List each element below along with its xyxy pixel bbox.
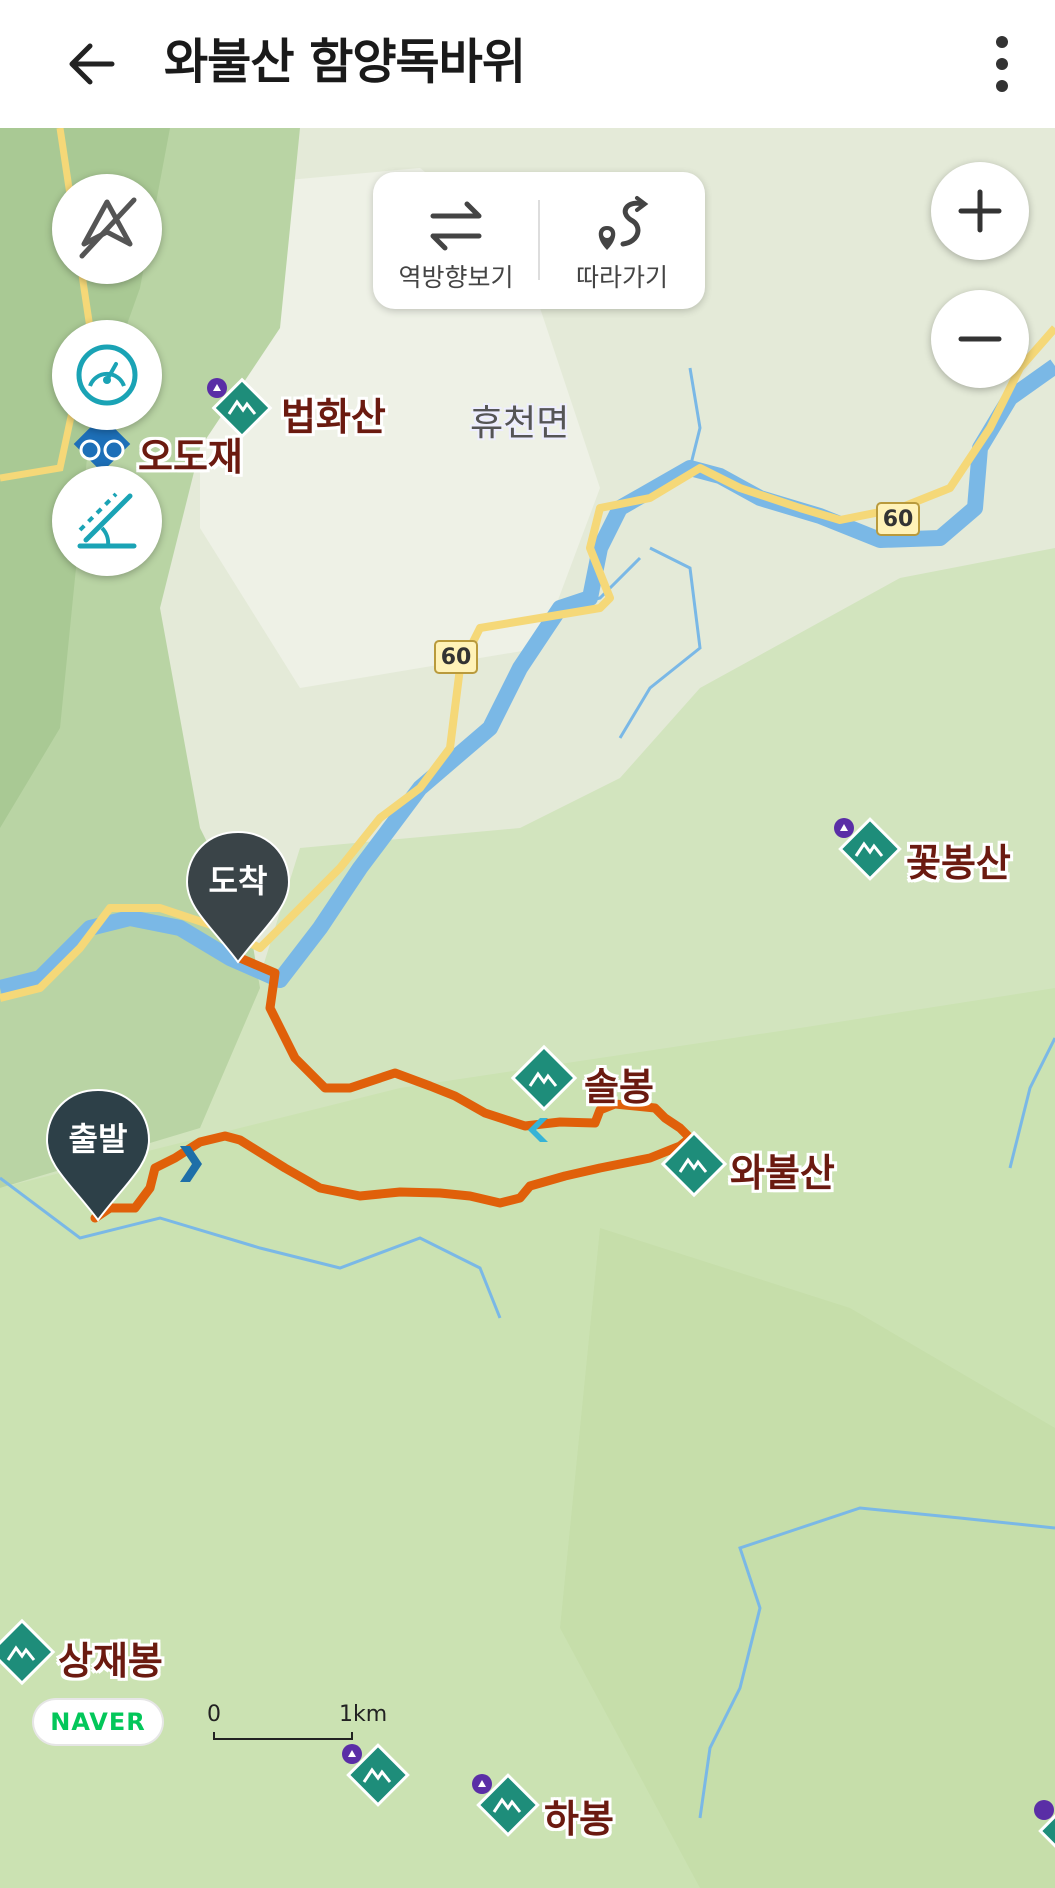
plus-icon — [958, 189, 1002, 233]
follow-route-label: 따라가기 — [575, 263, 668, 292]
more-vertical-icon — [996, 36, 1008, 92]
page-title: 와불산 함양독바위 — [164, 34, 526, 90]
poi-label: 와불산 — [730, 1151, 835, 1195]
app-header: 와불산 함양독바위 — [0, 0, 1055, 128]
reverse-direction-button[interactable]: 역방향보기 — [373, 172, 539, 309]
compass-off-button[interactable] — [52, 174, 162, 284]
poi-unnamed-peak[interactable] — [338, 1740, 418, 1820]
mountain-icon — [510, 1044, 578, 1112]
poi-label: 하봉 — [544, 1797, 614, 1841]
mountain-icon — [472, 1773, 540, 1837]
poi-kkotbongsan[interactable]: 꽃봉산 — [830, 814, 1050, 894]
poi-label: 법화산 — [281, 395, 386, 439]
mountain-icon — [0, 1618, 56, 1686]
mountain-icon — [834, 817, 902, 881]
area-label: 휴천면 — [470, 403, 570, 444]
slope-button[interactable] — [52, 466, 162, 576]
poi-wabulsan[interactable]: 와불산 — [658, 1130, 878, 1210]
compass-off-icon — [79, 197, 137, 259]
mountain-icon — [1034, 1799, 1055, 1863]
end-pin[interactable]: 도착 — [183, 828, 293, 968]
poi-solbong[interactable]: 솔봉 — [508, 1044, 678, 1124]
start-pin-label: 출발 — [68, 1120, 128, 1158]
route-toolbar: 역방향보기 따라가기 — [373, 172, 705, 309]
zoom-out-button[interactable] — [931, 290, 1029, 388]
speedometer-icon — [76, 344, 138, 406]
poi-habong[interactable]: 하봉 — [468, 1770, 648, 1850]
minus-icon — [958, 336, 1002, 342]
poi-label: 꽃봉산 — [906, 841, 1011, 885]
poi-edge-peak[interactable] — [1030, 1796, 1055, 1876]
zoom-in-button[interactable] — [931, 162, 1029, 260]
naver-logo[interactable]: NAVER — [34, 1700, 162, 1744]
poi-label: 상재봉 — [58, 1639, 163, 1683]
scale-start: 0 — [207, 1702, 221, 1727]
speed-button[interactable] — [52, 320, 162, 430]
mountain-icon — [342, 1743, 410, 1807]
more-options-button[interactable] — [980, 30, 1024, 98]
map-view[interactable]: 60 60 휴천면 법화산 오도재 꽃봉산 솔봉 와불산 상재봉 하봉 도착 출… — [0, 128, 1055, 1888]
route-follow-icon — [598, 196, 649, 250]
poi-label: 솔봉 — [584, 1065, 654, 1109]
map-scale: 0 1km — [205, 1698, 405, 1748]
swap-arrows-icon — [430, 201, 482, 251]
road-shield-60-east: 60 — [876, 502, 920, 536]
road-shield-60: 60 — [434, 640, 478, 674]
poi-sangjaebong[interactable]: 상재봉 — [0, 1618, 206, 1698]
arrow-left-icon — [69, 43, 115, 85]
follow-route-button[interactable]: 따라가기 — [539, 172, 705, 309]
slope-icon — [77, 492, 137, 549]
start-pin[interactable]: 출발 — [43, 1086, 153, 1226]
scale-bar — [213, 1732, 353, 1740]
mountain-icon — [660, 1130, 728, 1198]
back-button[interactable] — [62, 34, 126, 94]
reverse-direction-label: 역방향보기 — [398, 263, 514, 292]
end-pin-label: 도착 — [208, 862, 268, 900]
scale-end: 1km — [339, 1702, 388, 1727]
